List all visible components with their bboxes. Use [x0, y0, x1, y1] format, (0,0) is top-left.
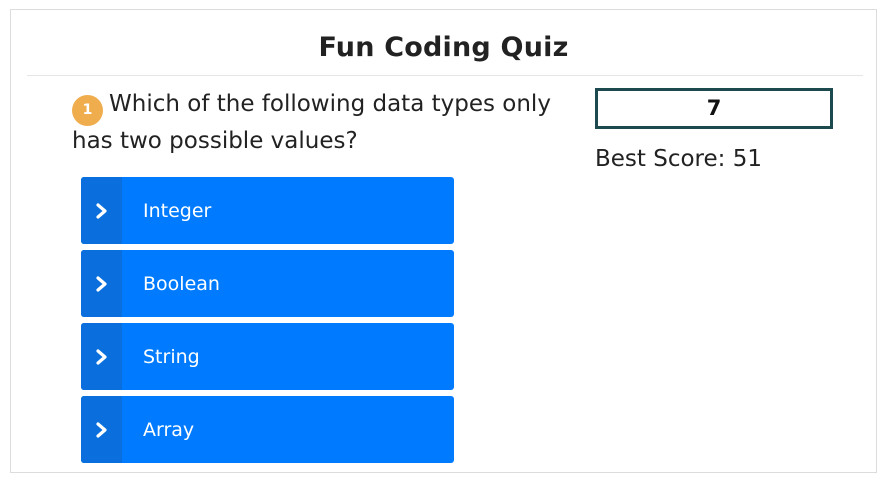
score-display: 7: [595, 88, 833, 129]
chevron-right-icon: [81, 323, 122, 390]
answer-button-array[interactable]: Array: [81, 396, 454, 463]
answer-label: Array: [143, 418, 195, 441]
question-text: Which of the following data types only h…: [72, 91, 551, 154]
answer-label: String: [143, 345, 200, 368]
answer-button-integer[interactable]: Integer: [81, 177, 454, 244]
chevron-right-icon: [81, 396, 122, 463]
quiz-card: Fun Coding Quiz 1 Which of the following …: [10, 9, 877, 473]
chevron-right-icon: [81, 250, 122, 317]
chevron-right-icon: [81, 177, 122, 244]
best-score-label: Best Score: 51: [595, 146, 762, 172]
answer-list: Integer Boolean String Array: [81, 177, 454, 469]
quiz-title: Fun Coding Quiz: [318, 32, 569, 63]
answer-label: Boolean: [143, 272, 220, 295]
question-number-badge: 1: [72, 95, 103, 126]
answer-button-boolean[interactable]: Boolean: [81, 250, 454, 317]
answer-button-string[interactable]: String: [81, 323, 454, 390]
title-divider: [27, 75, 863, 76]
question: 1 Which of the following data types only …: [72, 89, 567, 156]
answer-label: Integer: [143, 199, 212, 222]
